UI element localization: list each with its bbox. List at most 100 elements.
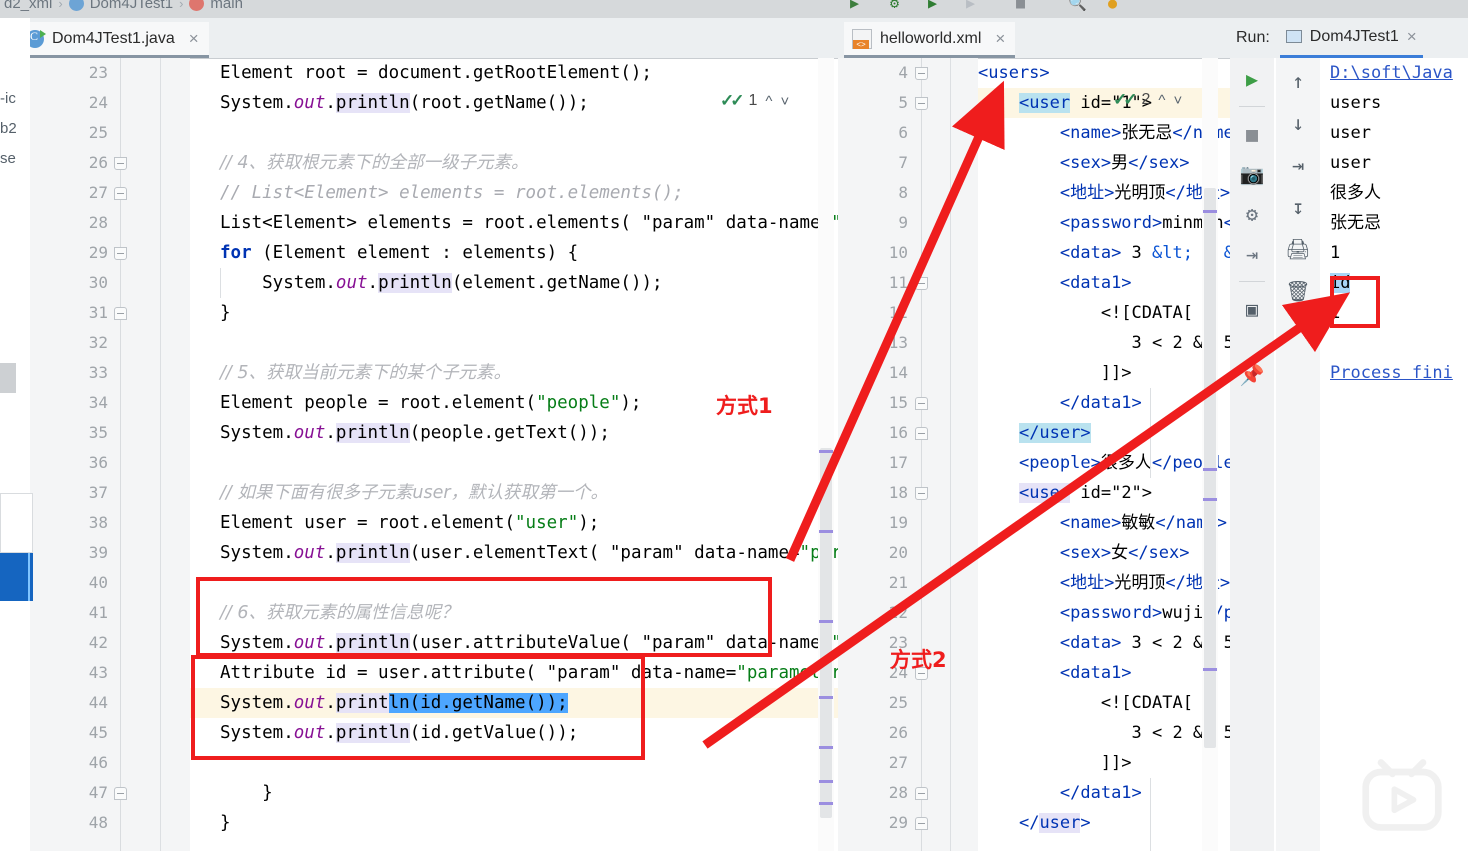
xml-code-line[interactable]: <users> [978, 58, 1050, 88]
xml-code-area[interactable]: <users> <user id="1"> <name>张无忌</name> <… [978, 58, 1230, 851]
rerun-icon[interactable]: ⇥ [1239, 241, 1265, 267]
xml-code-line[interactable]: <data1> [978, 658, 1132, 688]
java-scrollbar[interactable] [818, 58, 834, 851]
code-fold-marker[interactable] [114, 157, 127, 170]
account-icon[interactable]: ● [1108, 0, 1117, 12]
xml-code-line[interactable]: 3 < 2 && 5 [978, 718, 1230, 748]
coverage-toolbar-icon[interactable]: ▶ [928, 0, 937, 12]
java-scrollbar-thumb[interactable] [820, 448, 832, 818]
tab-helloworld-xml[interactable]: helloworld.xml × [844, 22, 1016, 58]
xml-code-line[interactable]: <![CDATA[ [978, 298, 1193, 328]
xml-code-line[interactable]: <地址>光明顶</地址> [978, 568, 1230, 598]
xml-line-number-gutter[interactable]: 4 5 6 7 8 9 10 11 12 13 14 15 16 17 18 19 20 21 22 23 24 25 26… [838, 58, 978, 851]
chevron-up-icon[interactable]: ^ [1158, 92, 1165, 109]
xml-code-line[interactable]: ]]> [978, 358, 1132, 388]
xml-code-line[interactable]: <data> 3 < 2 && 5 > [978, 628, 1230, 658]
xml-code-line[interactable]: </user> [978, 418, 1091, 448]
xml-code-line[interactable]: <sex>女</sex> [978, 538, 1190, 568]
run-toolbar-icon[interactable]: ▶ [850, 0, 859, 12]
layout-icon[interactable]: ▣ [1239, 296, 1265, 322]
print-icon[interactable]: 🖨 [1285, 236, 1311, 262]
xml-code-line[interactable]: <地址>光明顶</地址> [978, 178, 1230, 208]
line-number: 28 [88, 213, 108, 232]
trash-icon[interactable]: 🗑 [1285, 278, 1311, 304]
search-icon[interactable]: 🔍 [1068, 0, 1087, 12]
xml-code-line[interactable]: <data> 3 &lt; 2 &am [978, 238, 1230, 268]
xml-code-line[interactable]: ]]> [978, 748, 1132, 778]
down-arrow-icon[interactable]: ↓ [1285, 110, 1311, 136]
code-line[interactable]: Element user = root.element("user"); [220, 508, 599, 538]
code-line[interactable]: // List<Element> elements = root.element… [220, 178, 684, 208]
code-line[interactable]: System.out.println(user.elementText( "pa… [220, 538, 838, 568]
xml-inspection-widget[interactable]: ✓✓ 2 ^ ˅ [1113, 90, 1182, 110]
debug-toolbar-icon[interactable]: ⚙ [890, 0, 899, 12]
chevron-up-icon[interactable]: ^ [765, 93, 772, 110]
code-line[interactable]: for (Element element : elements) { [220, 238, 578, 268]
xml-code-line[interactable]: <sex>男</sex> [978, 148, 1190, 178]
run-config-tab[interactable]: Dom4JTest1 × [1279, 18, 1423, 58]
code-fold-marker[interactable] [114, 187, 127, 200]
xml-code-line[interactable]: </data1> [978, 388, 1142, 418]
chevron-down-icon[interactable]: ˅ [780, 93, 789, 110]
stop-icon[interactable]: ■ [1239, 121, 1265, 147]
close-icon[interactable]: × [1407, 27, 1417, 47]
code-line[interactable]: List<Element> elements = root.elements( … [220, 208, 838, 238]
xml-code-line[interactable]: </user> [978, 808, 1091, 838]
console-line[interactable]: Process fini [1330, 358, 1453, 388]
code-fold-marker[interactable] [915, 397, 928, 410]
code-fold-marker[interactable] [915, 787, 928, 800]
pin-icon[interactable]: 📌 [1239, 362, 1265, 388]
xml-code-line[interactable]: <people>很多人</people> [978, 448, 1230, 478]
xml-code-line[interactable]: <password>minmin</p [978, 208, 1230, 238]
xml-code-line[interactable]: <user id="2"> [978, 478, 1152, 508]
code-line[interactable]: System.out.println(people.getText()); [220, 418, 610, 448]
console-output[interactable]: D:\soft\Java users user user 很多人 张无忌 1 id 1 Proce… [1322, 58, 1468, 851]
chevron-down-icon[interactable]: ˅ [1173, 92, 1182, 109]
console-line[interactable]: D:\soft\Java [1330, 58, 1453, 88]
tab-dom4jtest1-java[interactable]: Dom4JTest1.java × [18, 22, 209, 58]
soft-wrap-icon[interactable]: ⇥ [1285, 152, 1311, 178]
profile-toolbar-icon[interactable]: ▶ [966, 0, 975, 12]
xml-code-line[interactable]: <name>敏敏</name> [978, 508, 1227, 538]
code-fold-marker[interactable] [915, 817, 928, 830]
close-icon[interactable]: × [189, 29, 199, 49]
code-line[interactable]: } [220, 808, 231, 838]
run-icon[interactable]: ▶ [1239, 66, 1265, 92]
code-line[interactable]: System.out.println(root.getName()); [220, 88, 589, 118]
code-fold-marker[interactable] [915, 97, 928, 110]
code-fold-marker[interactable] [114, 307, 127, 320]
xml-code-line[interactable]: 3 < 2 && 5 [978, 328, 1230, 358]
xml-code-line[interactable]: </data1> [978, 778, 1142, 808]
java-inspection-widget[interactable]: ✓✓ 1 ^ ˅ [720, 91, 789, 111]
code-line[interactable]: } [220, 778, 273, 808]
code-fold-marker[interactable] [915, 67, 928, 80]
code-line[interactable]: // 5、获取当前元素下的某个子元素。 [220, 358, 511, 388]
scroll-to-end-icon[interactable]: ↧ [1285, 194, 1311, 220]
camera-icon[interactable]: 📷 [1239, 161, 1265, 187]
code-fold-marker[interactable] [114, 247, 127, 260]
code-line[interactable]: System.out.println(element.getName()); [220, 268, 663, 298]
xml-scrollbar[interactable] [1202, 58, 1218, 851]
breadcrumb-part-1[interactable]: Dom4JTest1 [90, 0, 173, 12]
xml-code-line[interactable]: <name>张无忌</name> [978, 118, 1230, 148]
code-line[interactable]: Element people = root.element("people"); [220, 388, 641, 418]
breadcrumb-part-0[interactable]: d2_xml [4, 0, 52, 12]
xml-code-line[interactable]: <![CDATA[ [978, 688, 1193, 718]
code-line[interactable]: } [220, 298, 231, 328]
xml-code-line[interactable]: <password>wuji</pas [978, 598, 1230, 628]
breadcrumb-part-2[interactable]: main [210, 0, 243, 12]
code-line[interactable]: // 如果下面有很多子元素user，默认获取第一个。 [220, 478, 608, 508]
xml-code-line[interactable]: <data1> [978, 268, 1132, 298]
up-arrow-icon[interactable]: ↑ [1285, 68, 1311, 94]
stop-toolbar-icon[interactable]: ■ [1016, 0, 1025, 12]
left-selected-item[interactable] [0, 553, 33, 601]
code-line[interactable]: Element root = document.getRootElement()… [220, 58, 652, 88]
left-scrollbar-thumb[interactable] [0, 363, 16, 393]
code-fold-marker[interactable] [915, 487, 928, 500]
debug-coverage-icon[interactable]: ⚙ [1239, 201, 1265, 227]
close-icon[interactable]: × [995, 29, 1005, 49]
code-fold-marker[interactable] [114, 787, 127, 800]
code-fold-marker[interactable] [915, 427, 928, 440]
code-line[interactable]: // 4、获取根元素下的全部一级子元素。 [220, 148, 529, 178]
code-fold-marker[interactable] [915, 277, 928, 290]
